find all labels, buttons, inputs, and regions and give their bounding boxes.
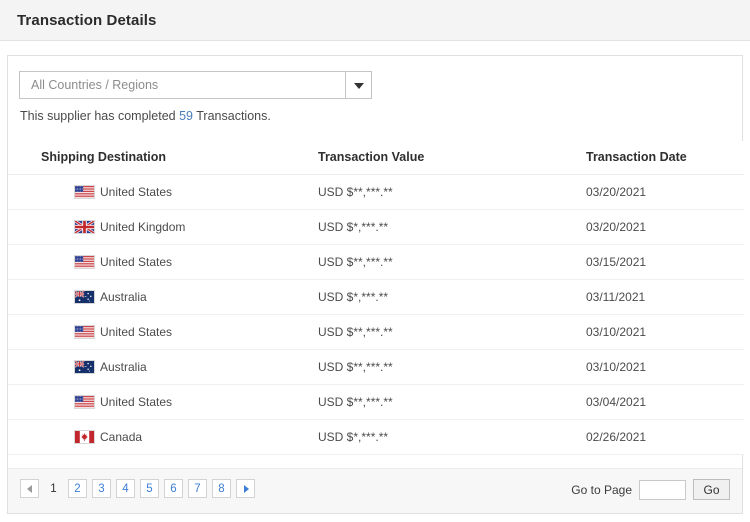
page-header: Transaction Details [0,0,750,41]
column-header-transaction-value: Transaction Value [303,141,586,175]
transaction-count-summary: This supplier has completed 59 Transacti… [20,109,271,123]
cell-transaction-date: 03/11/2021 [586,279,744,315]
cell-transaction-date: 02/26/2021 [586,419,744,455]
triangle-left-icon[interactable] [20,479,39,498]
cell-shipping-destination: United States [8,314,303,350]
table-head: Shipping Destination Transaction Value T… [8,141,744,175]
pagination-page-current[interactable]: 1 [44,479,63,498]
flag-au-icon [74,290,95,304]
cell-shipping-destination: Canada [8,419,303,455]
table-row[interactable]: United States USD $**,***.** 03/10/2021 [8,314,744,350]
cell-transaction-value: USD $**,***.** [303,384,586,420]
destination-label: Australia [100,290,147,304]
table-row[interactable]: Canada USD $*,***.** 02/26/2021 [8,419,744,455]
country-region-select[interactable]: All Countries / Regions [19,71,372,99]
summary-suffix: Transactions. [193,109,271,123]
cell-shipping-destination: Australia [8,279,303,315]
cell-transaction-value: USD $**,***.** [303,244,586,280]
table-row[interactable]: Australia USD $*,***.** 03/11/2021 [8,279,744,315]
table-body: United States USD $**,***.** 03/20/2021 Uni… [8,174,744,455]
chevron-down-icon[interactable] [345,72,371,98]
page-title: Transaction Details [17,12,157,29]
destination-label: United States [100,185,173,199]
pagination-page-link[interactable]: 7 [188,479,207,498]
pagination-controls: 1 2345678 [20,479,255,498]
goto-page-input[interactable] [639,479,686,500]
filter-section: All Countries / Regions This supplier ha… [8,56,742,141]
cell-shipping-destination: United States [8,244,303,280]
goto-page-group: Go to Page Go [571,479,730,500]
pagination-bar: 1 2345678 Go to Page Go [8,468,742,513]
cell-transaction-value: USD $*,***.** [303,279,586,315]
transaction-details-page: Transaction Details All Countries / Regi… [0,0,750,522]
cell-transaction-value: USD $**,***.** [303,314,586,350]
pagination-page-link[interactable]: 8 [212,479,231,498]
cell-transaction-date: 03/20/2021 [586,174,744,210]
cell-shipping-destination: United Kingdom [8,209,303,245]
table-row[interactable]: United States USD $**,***.** 03/04/2021 [8,384,744,420]
cell-shipping-destination: Australia [8,349,303,385]
cell-shipping-destination: United States [8,384,303,420]
destination-label: United States [100,255,173,269]
cell-shipping-destination: United States [8,174,303,210]
flag-us-icon [74,185,95,199]
flag-au-icon [74,360,95,374]
transactions-table: Shipping Destination Transaction Value T… [8,141,744,455]
cell-transaction-date: 03/20/2021 [586,209,744,245]
cell-transaction-date: 03/15/2021 [586,244,744,280]
goto-page-label: Go to Page [571,482,632,497]
transaction-count-link[interactable]: 59 [179,109,193,123]
column-header-shipping-destination: Shipping Destination [8,141,303,175]
flag-gb-icon [74,220,95,234]
destination-label: United States [100,395,173,409]
cell-transaction-value: USD $*,***.** [303,209,586,245]
column-header-transaction-date: Transaction Date [586,141,744,175]
pagination-page-link[interactable]: 3 [92,479,111,498]
pagination-page-link[interactable]: 4 [116,479,135,498]
triangle-right-icon[interactable] [236,479,255,498]
pagination-page-link[interactable]: 6 [164,479,183,498]
cell-transaction-date: 03/10/2021 [586,349,744,385]
cell-transaction-date: 03/10/2021 [586,314,744,350]
cell-transaction-value: USD $**,***.** [303,174,586,210]
flag-us-icon [74,325,95,339]
summary-prefix: This supplier has completed [20,109,180,123]
table-row[interactable]: United States USD $**,***.** 03/15/2021 [8,244,744,280]
country-region-select-value: All Countries / Regions [31,78,159,92]
table-row[interactable]: United Kingdom USD $*,***.** 03/20/2021 [8,209,744,245]
transaction-details-card: All Countries / Regions This supplier ha… [7,55,744,514]
pagination-page-links: 2345678 [68,479,231,498]
pagination-page-link[interactable]: 2 [68,479,87,498]
destination-label: Canada [100,430,143,444]
cell-transaction-value: USD $*,***.** [303,419,586,455]
flag-ca-icon [74,430,95,444]
destination-label: United Kingdom [100,220,186,234]
table-row[interactable]: United States USD $**,***.** 03/20/2021 [8,174,744,210]
go-button[interactable]: Go [693,479,730,500]
table-row[interactable]: Australia USD $**,***.** 03/10/2021 [8,349,744,385]
table-header-row: Shipping Destination Transaction Value T… [8,141,744,175]
destination-label: United States [100,325,173,339]
cell-transaction-date: 03/04/2021 [586,384,744,420]
destination-label: Australia [100,360,147,374]
flag-us-icon [74,395,95,409]
pagination-page-link[interactable]: 5 [140,479,159,498]
flag-us-icon [74,255,95,269]
cell-transaction-value: USD $**,***.** [303,349,586,385]
